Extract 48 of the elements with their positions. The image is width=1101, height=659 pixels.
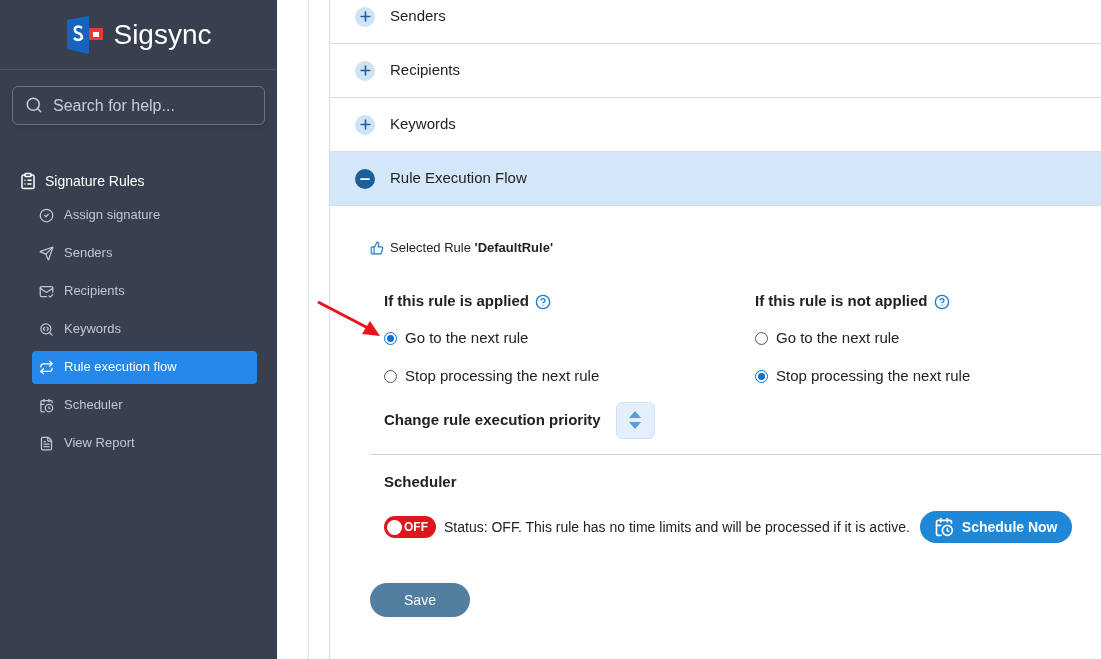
toggle-switch[interactable]: OFF bbox=[384, 516, 436, 538]
mail-icon bbox=[39, 283, 54, 299]
sidebar-item[interactable]: Senders bbox=[32, 236, 257, 270]
sidebar-item[interactable]: Keywords bbox=[32, 312, 257, 346]
sidebar-item[interactable]: View Report bbox=[32, 426, 257, 460]
expand-icon bbox=[355, 114, 375, 135]
check-circle-icon bbox=[39, 207, 54, 223]
search-field[interactable]: Search for help... bbox=[12, 86, 265, 125]
document-icon bbox=[39, 435, 54, 451]
collapse-icon bbox=[355, 168, 375, 189]
section-title: Signature Rules bbox=[45, 171, 145, 191]
calendar-icon bbox=[933, 517, 954, 537]
radio-button[interactable] bbox=[755, 370, 768, 383]
calendar-icon bbox=[39, 397, 54, 413]
scheduler-title: Scheduler bbox=[384, 471, 458, 492]
radio-label: Go to the next rule bbox=[405, 328, 529, 349]
sidebar-item[interactable]: Scheduler bbox=[32, 388, 257, 422]
save-button[interactable]: Save bbox=[370, 583, 470, 617]
logo-icon bbox=[65, 15, 106, 54]
priority-button[interactable] bbox=[615, 401, 655, 439]
radio-button[interactable] bbox=[755, 332, 768, 345]
priority-label: Change rule execution priority bbox=[384, 409, 601, 430]
sidebar-item[interactable]: Assign signature bbox=[32, 198, 257, 232]
sidebar-item[interactable]: Recipients bbox=[32, 274, 257, 308]
help-icon[interactable] bbox=[933, 293, 950, 310]
clipboard-icon bbox=[19, 172, 37, 190]
expand-icon bbox=[355, 60, 375, 81]
group-title: If this rule is not applied bbox=[755, 291, 928, 312]
logo-text: Sigsync bbox=[113, 17, 212, 52]
sort-icon bbox=[628, 410, 643, 430]
group-title: If this rule is applied bbox=[384, 291, 530, 312]
send-icon bbox=[39, 245, 54, 261]
radio-label: Stop processing the next rule bbox=[776, 366, 971, 387]
hand-icon bbox=[370, 240, 384, 255]
schedule-now-button[interactable]: Schedule Now bbox=[919, 511, 1072, 543]
accordion-header[interactable]: Rule Execution Flow bbox=[330, 152, 1101, 206]
radio-button[interactable] bbox=[384, 332, 397, 345]
expand-icon bbox=[355, 6, 375, 27]
radio-label: Go to the next rule bbox=[776, 328, 900, 349]
radio-label: Stop processing the next rule bbox=[405, 366, 600, 387]
search-icon bbox=[39, 321, 54, 337]
radio-button[interactable] bbox=[384, 370, 397, 383]
sidebar-item[interactable]: Rule execution flow bbox=[32, 350, 257, 384]
repeat-icon bbox=[39, 359, 54, 375]
status-text: Status: OFF. This rule has no time limits and will be processed if it is active. bbox=[444, 517, 910, 537]
help-icon[interactable] bbox=[535, 293, 552, 310]
search-icon bbox=[25, 96, 43, 114]
selected-rule-text: Selected Rule 'DefaultRule' bbox=[390, 239, 553, 257]
